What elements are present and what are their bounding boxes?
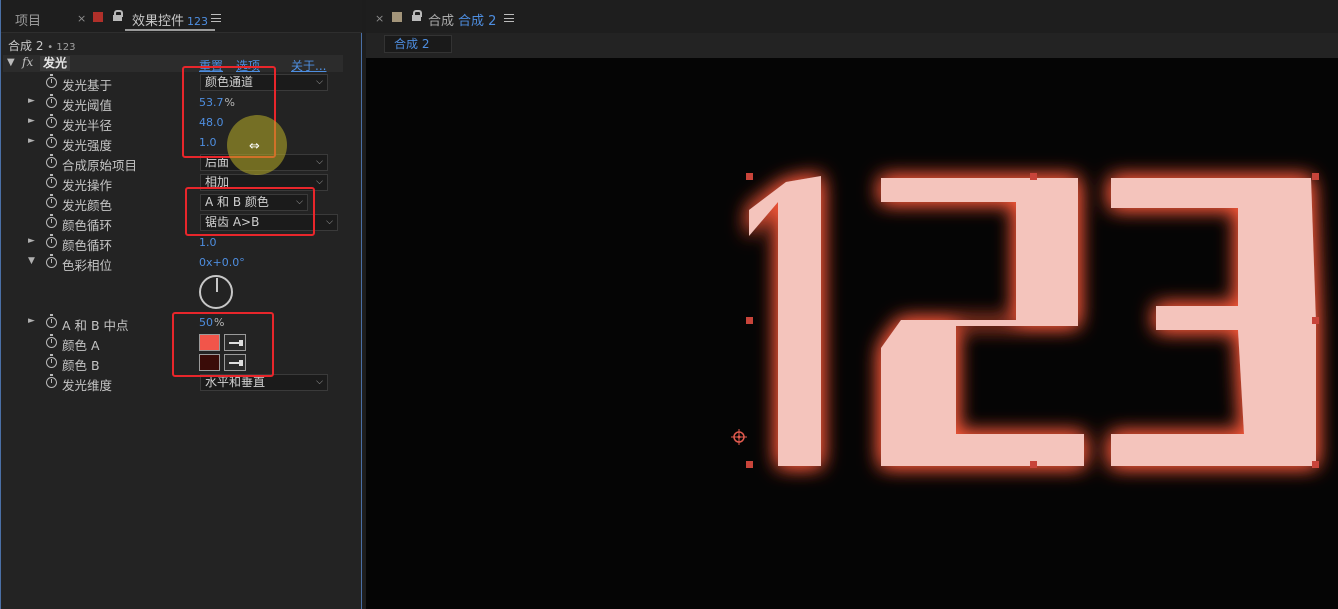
prop-row-color-loops: ► 颜色循环 1.0 xyxy=(1,233,343,253)
left-tab-bar: 项目 × 效果控件 123 xyxy=(1,0,362,33)
lock-icon[interactable] xyxy=(113,10,123,21)
right-tab-bar: × 合成 合成 2 xyxy=(366,0,1338,33)
chevron-down-icon: ⌵ xyxy=(316,77,323,87)
stopwatch-icon[interactable] xyxy=(46,374,57,388)
stopwatch-icon[interactable] xyxy=(46,334,57,348)
stopwatch-icon[interactable] xyxy=(46,114,57,128)
stopwatch-icon[interactable] xyxy=(46,134,57,148)
color-phase-value[interactable]: 0x+0.0° xyxy=(199,256,245,269)
prop-row-glow-based-on: 发光基于 颜色通道 ⌵ xyxy=(1,73,343,93)
breadcrumb: 合成 2 • 123 xyxy=(8,37,75,54)
prop-label: 颜色循环 xyxy=(62,218,113,233)
stopwatch-icon[interactable] xyxy=(46,194,57,208)
close-tab-icon[interactable]: × xyxy=(375,12,384,25)
resize-cursor-icon: ⇔ xyxy=(249,139,260,154)
transform-handle[interactable] xyxy=(1312,173,1319,180)
prop-row-glow-threshold: ► 发光阈值 53.7% xyxy=(1,93,343,113)
stopwatch-icon[interactable] xyxy=(46,154,57,168)
expand-triangle-icon[interactable]: ► xyxy=(28,236,35,246)
glyph-3 xyxy=(1111,178,1316,466)
prop-label: 发光维度 xyxy=(62,378,113,393)
tab-comp-name[interactable]: 合成 2 xyxy=(458,10,496,29)
expand-triangle-icon[interactable]: ► xyxy=(28,316,35,326)
transform-handle[interactable] xyxy=(746,461,753,468)
stopwatch-icon[interactable] xyxy=(46,94,57,108)
breadcrumb-comp: 合成 2 xyxy=(8,39,44,53)
prop-label: 色彩相位 xyxy=(62,258,113,273)
prop-row-composite-original: 合成原始项目 后面 ⌵ xyxy=(1,153,343,173)
lock-icon[interactable] xyxy=(412,10,422,21)
prop-label: 颜色 B xyxy=(62,358,100,373)
prop-row-glow-radius: ► 发光半径 48.0 xyxy=(1,113,343,133)
transform-handle[interactable] xyxy=(746,317,753,324)
prop-label: 合成原始项目 xyxy=(62,158,138,173)
dropdown-value: 水平和垂直 xyxy=(205,375,266,389)
fx-icon[interactable]: fx xyxy=(22,55,33,69)
expand-triangle-icon[interactable]: ► xyxy=(28,116,35,126)
color-loops-value[interactable]: 1.0 xyxy=(199,236,217,249)
prop-row-glow-intensity: ► 发光强度 1.0 xyxy=(1,133,343,153)
panel-menu-icon[interactable] xyxy=(504,14,514,22)
chevron-down-icon: ⌵ xyxy=(326,217,333,227)
label-color-swatch xyxy=(93,12,103,22)
stopwatch-icon[interactable] xyxy=(46,174,57,188)
prop-label: 颜色循环 xyxy=(62,238,113,253)
prop-label: 颜色 A xyxy=(62,338,100,353)
tab-project[interactable]: 项目 xyxy=(15,10,41,29)
prop-row-color-phase: ▼ 色彩相位 0x+0.0° xyxy=(1,253,343,273)
expand-triangle-icon[interactable]: ► xyxy=(28,96,35,106)
prop-label: 发光半径 xyxy=(62,118,113,133)
glyph-1 xyxy=(749,176,821,466)
label-color-swatch xyxy=(392,12,402,22)
chevron-down-icon: ⌵ xyxy=(316,377,323,387)
viewer-canvas xyxy=(731,173,1319,468)
active-tab-underline xyxy=(125,29,215,31)
prop-label: A 和 B 中点 xyxy=(62,318,129,333)
stopwatch-icon[interactable] xyxy=(46,214,57,228)
stopwatch-icon[interactable] xyxy=(46,254,57,268)
angle-dial[interactable] xyxy=(199,275,233,309)
stopwatch-icon[interactable] xyxy=(46,314,57,328)
prop-label: 发光阈值 xyxy=(62,98,113,113)
effect-header[interactable]: ▼ fx 发光 重置 选项 关于... xyxy=(3,55,343,74)
composition-viewer[interactable] xyxy=(366,58,1338,609)
prop-label: 发光颜色 xyxy=(62,198,113,213)
composition-panel: × 合成 合成 2 合成 2 xyxy=(366,0,1338,609)
stopwatch-icon[interactable] xyxy=(46,354,57,368)
collapse-triangle-icon[interactable]: ▼ xyxy=(28,256,35,266)
highlight-box-colors xyxy=(185,187,315,236)
prop-label: 发光基于 xyxy=(62,78,113,93)
effect-name[interactable]: 发光 xyxy=(40,56,71,71)
stopwatch-icon[interactable] xyxy=(46,234,57,248)
glyph-group-123 xyxy=(749,176,1316,466)
transform-handle[interactable] xyxy=(746,173,753,180)
collapse-triangle-icon[interactable]: ▼ xyxy=(7,57,15,68)
tab-effect-controls-label: 效果控件 xyxy=(132,14,185,29)
expand-triangle-icon[interactable]: ► xyxy=(28,136,35,146)
chevron-down-icon: ⌵ xyxy=(316,157,323,167)
highlight-box-ab-colors xyxy=(172,312,274,377)
transform-handle[interactable] xyxy=(1030,461,1037,468)
panel-menu-icon[interactable] xyxy=(211,14,221,22)
close-tab-icon[interactable]: × xyxy=(77,12,86,25)
glyph-2 xyxy=(881,178,1084,466)
stopwatch-icon[interactable] xyxy=(46,74,57,88)
comp-sub-tab[interactable]: 合成 2 xyxy=(384,35,452,53)
about-link[interactable]: 关于... xyxy=(291,57,326,74)
tab-comp-prefix[interactable]: 合成 xyxy=(428,10,454,29)
anchor-point-icon[interactable] xyxy=(731,429,747,445)
transform-handle[interactable] xyxy=(1312,317,1319,324)
tab-effect-controls-layer: 123 xyxy=(187,15,209,28)
effect-controls-panel: 项目 × 效果控件 123 合成 2 • 123 ▼ fx 发光 重置 选项 关于… xyxy=(0,0,362,609)
tab-effect-controls[interactable]: 效果控件 123 xyxy=(132,10,208,29)
prop-label: 发光操作 xyxy=(62,178,113,193)
chevron-down-icon: ⌵ xyxy=(316,177,323,187)
prop-label: 发光强度 xyxy=(62,138,113,153)
transform-handle[interactable] xyxy=(1030,173,1037,180)
breadcrumb-layer: • 123 xyxy=(47,42,76,53)
transform-handle[interactable] xyxy=(1312,461,1319,468)
